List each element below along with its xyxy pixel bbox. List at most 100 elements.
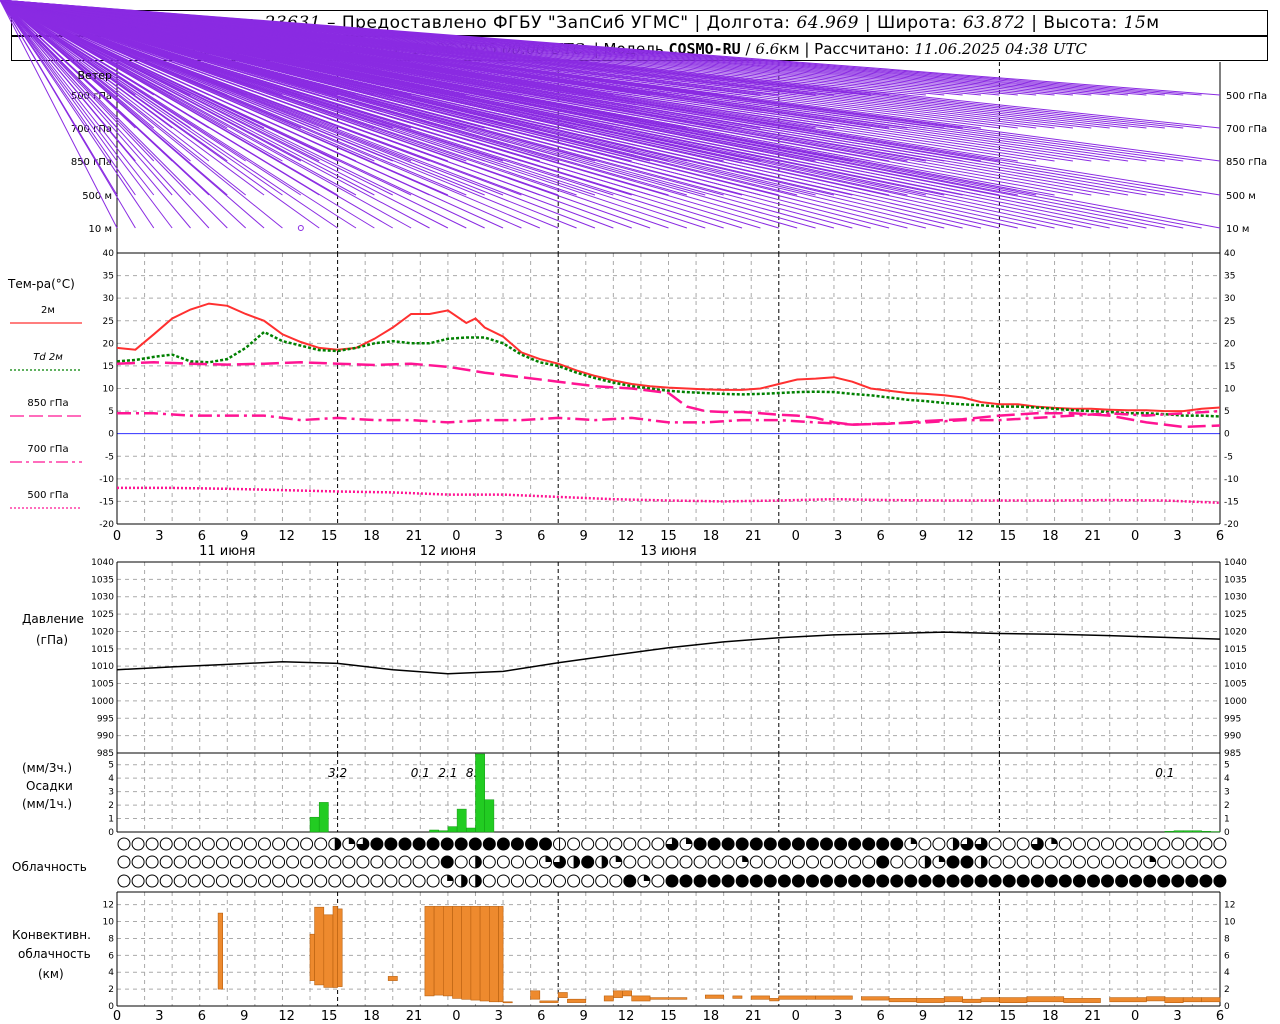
- cloud-symbol: [1058, 855, 1072, 869]
- cloud-circle: [1157, 874, 1171, 888]
- cloud-symbol: [679, 855, 693, 869]
- xtick-label: 12: [278, 1009, 295, 1024]
- pressure-unit: (гПа): [36, 633, 68, 647]
- xtick-label: 15: [1000, 529, 1017, 544]
- cloud-symbol: [482, 874, 496, 888]
- cloud-circle: [1185, 837, 1199, 851]
- cloud-symbol: [806, 837, 819, 851]
- cloud-symbol: [1185, 855, 1199, 869]
- ytick-right-conv_panel: 6: [1224, 951, 1230, 961]
- ytick-right-conv_panel: 2: [1224, 985, 1230, 995]
- cloud-symbol: [1087, 855, 1100, 869]
- cloud-symbol: [876, 855, 890, 869]
- cloud-circle: [243, 874, 257, 888]
- cloud-circle: [820, 855, 833, 869]
- cloud-circle: [834, 855, 848, 869]
- conv-bar: [815, 995, 853, 1000]
- wind-barb: [0, 0, 1055, 229]
- conv-bar: [1182, 997, 1202, 1003]
- cloud-symbol: [496, 837, 510, 851]
- cloud-circle: [988, 837, 1002, 851]
- xtick-label: 6: [537, 529, 545, 544]
- cloud-symbol: [454, 874, 468, 888]
- cloud-symbol: [904, 874, 918, 888]
- cloud-symbol: [988, 837, 1002, 851]
- cloud-circle: [890, 855, 904, 869]
- xtick-label: 12: [278, 529, 295, 544]
- ytick-right-pressure_panel: 1040: [1224, 558, 1247, 568]
- cloud-symbol: [272, 874, 286, 888]
- cloud-circle: [777, 874, 791, 888]
- cloud-symbol: [581, 837, 595, 851]
- cloud-circle: [946, 874, 960, 888]
- legend-label: 2м: [41, 305, 55, 316]
- cloud-circle: [679, 874, 693, 888]
- cloud-symbol: [300, 837, 314, 851]
- cloud-symbol: [440, 855, 454, 869]
- cloud-symbol: [1171, 837, 1185, 851]
- cloud-symbol: [623, 855, 637, 869]
- cloud-circle: [1129, 837, 1143, 851]
- wind-level-left: 500 м: [82, 191, 112, 202]
- cloud-circle: [1199, 837, 1213, 851]
- cloud-circle: [272, 874, 286, 888]
- xtick-label: 6: [1216, 529, 1224, 544]
- ytick-left-pressure_panel: 985: [97, 749, 114, 759]
- cloud-circle: [1143, 874, 1157, 888]
- cloud-quarter: [615, 856, 622, 862]
- cloud-symbol: [749, 874, 763, 888]
- xtick-label: 0: [113, 529, 121, 544]
- cloud-symbol: [904, 855, 918, 869]
- conv-bar: [488, 906, 499, 1003]
- cloud-circle: [496, 837, 510, 851]
- cloud-symbol: [384, 874, 398, 888]
- ytick-right-pressure_panel: 990: [1224, 732, 1241, 742]
- cloud-symbol: [1213, 837, 1227, 851]
- cloud-circle: [679, 855, 693, 869]
- cloud-symbol: [1129, 837, 1143, 851]
- xtick-label: 15: [660, 1009, 677, 1024]
- ytick-left-pressure_panel: 1035: [91, 575, 114, 585]
- cloud-symbol: [201, 874, 215, 888]
- cloud-circle: [763, 874, 777, 888]
- cloud-circle: [1087, 837, 1100, 851]
- ytick-left-temp_panel: 15: [103, 362, 114, 372]
- cloud-symbol: [834, 837, 848, 851]
- cloud-circle: [749, 855, 763, 869]
- cloud-circle: [173, 837, 187, 851]
- cloud-circle: [848, 874, 862, 888]
- cloud-circle: [243, 837, 257, 851]
- cloud-symbol: [454, 837, 468, 851]
- cloud-symbol: [1002, 855, 1016, 869]
- cloud-symbol: [960, 874, 974, 888]
- cloud-symbol: [131, 874, 145, 888]
- ytick-right-temp_panel: 0: [1224, 430, 1230, 440]
- cloud-symbol: [314, 855, 328, 869]
- cloud-symbol: [187, 837, 201, 851]
- xtick-label: 18: [703, 1009, 720, 1024]
- legend-label: 850 гПа: [27, 398, 68, 409]
- cloud-symbol: [777, 874, 791, 888]
- cloud-symbol: [820, 855, 833, 869]
- cloud-symbol: [1115, 855, 1129, 869]
- precip-bar: [1173, 830, 1184, 833]
- cloud-circle: [777, 855, 791, 869]
- cloud-circle: [272, 855, 286, 869]
- xtick-label: 0: [113, 1009, 121, 1024]
- cloud-symbol: [609, 837, 623, 851]
- cloud-circle: [300, 855, 314, 869]
- cloud-symbol: [567, 837, 581, 851]
- ytick-left-conv_panel: 12: [103, 901, 114, 911]
- cloud-circle: [215, 855, 229, 869]
- cloud-circle: [1058, 837, 1072, 851]
- cloud-symbol: [300, 855, 314, 869]
- cloud-quarter: [742, 856, 749, 862]
- wind-title: Ветер: [78, 69, 112, 82]
- ytick-right-conv_panel: 8: [1224, 934, 1230, 944]
- cloud-symbol: [693, 855, 707, 869]
- cloud-circle: [960, 855, 974, 869]
- cloud-symbol: [890, 855, 904, 869]
- ytick-left-temp_panel: 30: [103, 294, 115, 304]
- cloud-circle: [567, 874, 581, 888]
- cloud-symbol: [876, 874, 890, 888]
